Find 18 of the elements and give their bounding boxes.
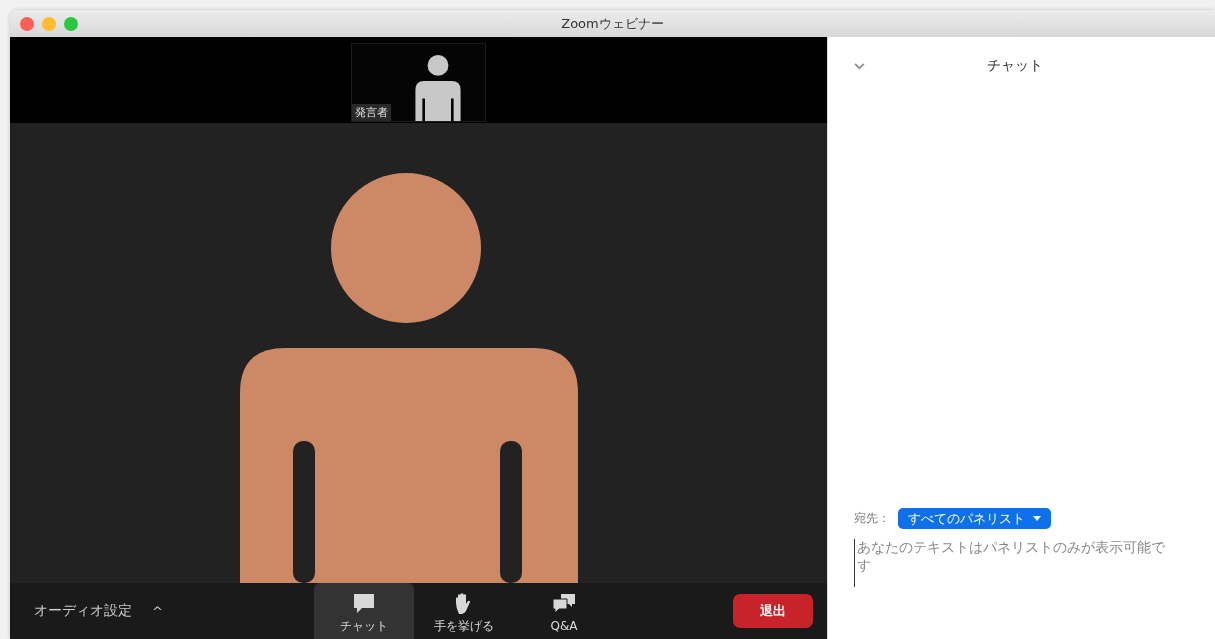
minimize-button[interactable] <box>42 16 56 31</box>
recipient-dropdown[interactable]: すべてのパネリスト <box>898 508 1051 529</box>
audio-settings-button[interactable]: オーディオ設定 <box>34 602 132 620</box>
leave-button[interactable]: 退出 <box>733 594 813 628</box>
toolbar-button[interactable]: 手を挙げる <box>414 583 514 639</box>
chevron-down-icon[interactable] <box>854 62 865 70</box>
speaker-label: 発言者 <box>352 104 391 121</box>
speech-bubbles-icon <box>552 593 576 615</box>
toolbar-button[interactable]: Q&A <box>514 583 614 639</box>
dropdown-arrow-icon <box>1033 516 1041 521</box>
chat-title: チャット <box>986 57 1043 75</box>
zoom-button[interactable] <box>64 16 78 31</box>
speech-bubble-icon <box>352 591 376 614</box>
toolbar-button[interactable]: チャット <box>314 583 414 639</box>
close-button[interactable] <box>20 16 34 31</box>
caret-icon[interactable]: ^ <box>152 603 163 619</box>
window-title: Zoomウェビナー <box>561 14 664 33</box>
recipient-label: 宛先： <box>854 510 890 527</box>
